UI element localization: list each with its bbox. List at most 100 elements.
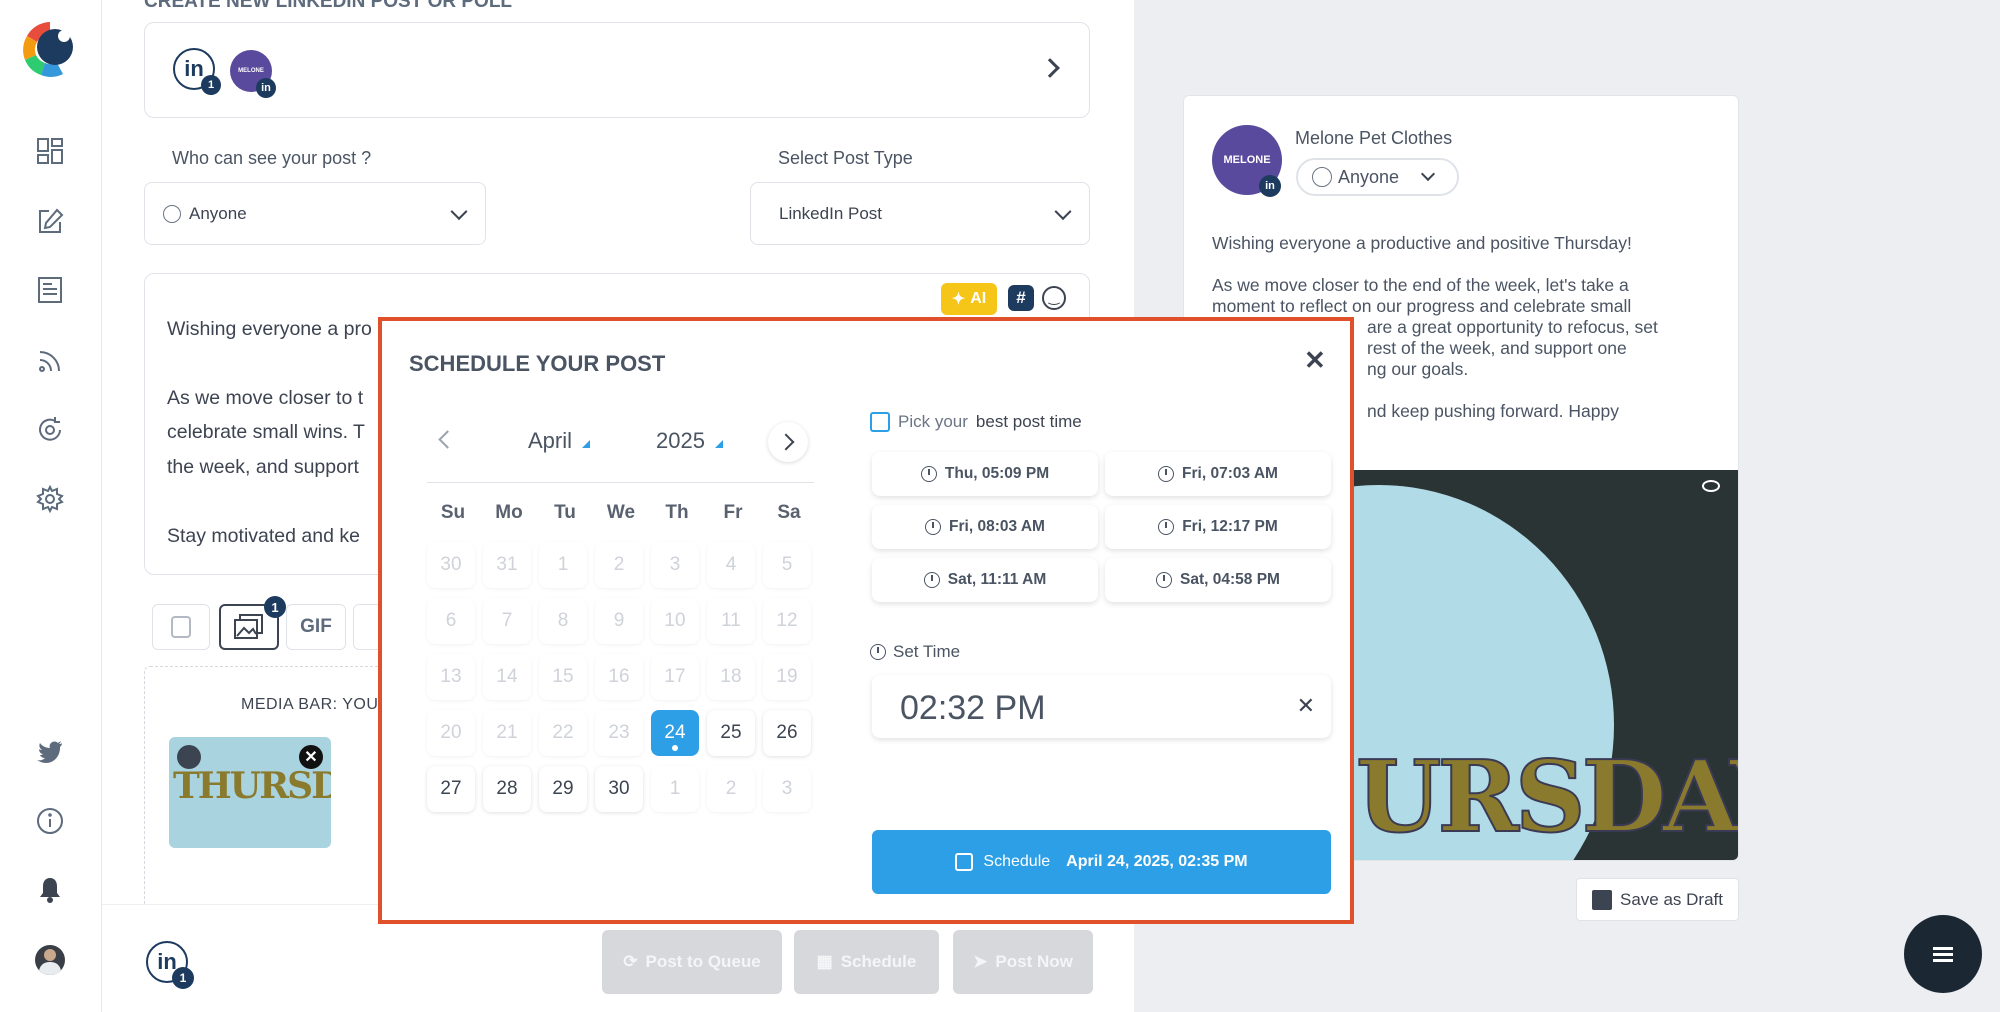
preview-visibility-pill[interactable]: Anyone: [1296, 158, 1459, 196]
calendar-icon: ▦: [816, 952, 833, 971]
year-caret-icon: [715, 440, 724, 448]
chevron-right-icon[interactable]: [1040, 58, 1060, 78]
best-time-chip[interactable]: Fri, 08:03 AM: [872, 505, 1098, 549]
weekday-label: Tu: [554, 502, 576, 523]
best-time-label: Sat, 04:58 PM: [1180, 571, 1280, 588]
best-time-chip[interactable]: Sat, 04:58 PM: [1105, 558, 1331, 602]
post-text-line: Wishing everyone a pro: [167, 318, 372, 340]
hashtag-icon[interactable]: #: [1008, 285, 1034, 311]
bell-icon[interactable]: [34, 874, 66, 906]
media-thumbnail[interactable]: THURSDAY ✕: [169, 737, 331, 848]
post-text-line: As we move closer to t: [167, 387, 364, 409]
time-input[interactable]: 02:32 PM ✕: [872, 675, 1331, 738]
gif-button[interactable]: GIF: [286, 604, 346, 650]
twitter-icon[interactable]: [34, 735, 66, 767]
weekday-label: Sa: [777, 502, 801, 523]
calendar-day-selected[interactable]: 24: [651, 710, 699, 756]
calendar-day[interactable]: 28: [483, 766, 531, 812]
calendar-day-disabled: 5: [763, 542, 811, 588]
schedule-modal: SCHEDULE YOUR POST ✕ April 2025 Su Mo Tu…: [378, 317, 1354, 924]
calendar-day[interactable]: 29: [539, 766, 587, 812]
dashboard-icon[interactable]: [34, 135, 66, 167]
weekday-label: Th: [665, 502, 689, 523]
clear-time-icon[interactable]: ✕: [1297, 693, 1315, 719]
calendar-day-disabled: 6: [427, 598, 475, 644]
save-draft-button[interactable]: Save as Draft: [1576, 878, 1739, 921]
calendar-day-disabled: 11: [707, 598, 755, 644]
post-to-queue-button[interactable]: ⟳ Post to Queue: [602, 930, 782, 994]
calendar-day-disabled: 12: [763, 598, 811, 644]
clock-icon: [1156, 572, 1173, 588]
schedule-button[interactable]: ▦ Schedule: [794, 930, 939, 994]
remove-image-icon[interactable]: ✕: [299, 745, 323, 769]
close-icon[interactable]: ✕: [1304, 345, 1326, 376]
linkedin-badge-icon: in: [1259, 175, 1281, 197]
ai-button[interactable]: ✦ AI: [941, 283, 997, 315]
best-time-chip[interactable]: Fri, 12:17 PM: [1105, 505, 1331, 549]
best-time-label: Fri, 08:03 AM: [949, 518, 1045, 535]
clock-icon: [870, 644, 886, 660]
attachment-button[interactable]: [152, 604, 210, 650]
calendar-day[interactable]: 25: [707, 710, 755, 756]
calendar-day-disabled: 20: [427, 710, 475, 756]
post-type-dropdown[interactable]: LinkedIn Post: [750, 182, 1090, 245]
set-time-label: Set Time: [893, 642, 961, 661]
chevron-down-icon: [1420, 166, 1436, 182]
set-time-header: Set Time: [870, 642, 960, 662]
calendar-day-disabled: 14: [483, 654, 531, 700]
page-heading: CREATE NEW LINKEDIN POST OR POLL: [144, 0, 513, 12]
account-selector[interactable]: in 1 MELONE in: [144, 22, 1090, 118]
account-count-badge: 1: [201, 75, 221, 95]
post-now-button[interactable]: ➤ Post Now: [953, 930, 1093, 994]
emoji-icon[interactable]: ‿: [1042, 286, 1066, 310]
ai-label: AI: [970, 290, 987, 307]
schedule-confirm-button[interactable]: Schedule April 24, 2025, 02:35 PM: [872, 830, 1331, 894]
user-avatar[interactable]: [35, 945, 65, 975]
weekday-label: Su: [440, 502, 466, 523]
schedule-label: Schedule: [840, 952, 917, 971]
modal-title: SCHEDULE YOUR POST: [409, 351, 666, 376]
calendar-day-disabled: 1: [651, 766, 699, 812]
calendar-day-disabled: 15: [539, 654, 587, 700]
calendar-day[interactable]: 30: [595, 766, 643, 812]
save-icon: [1592, 889, 1612, 910]
visibility-dropdown[interactable]: Anyone: [144, 182, 486, 245]
floating-menu-button[interactable]: [1904, 915, 1982, 993]
media-count-badge: 1: [264, 596, 286, 618]
calendar-day-disabled: 9: [595, 598, 643, 644]
post-text-line: Stay motivated and ke: [167, 525, 360, 547]
next-month-button[interactable]: [768, 422, 808, 462]
calendar-day-disabled: 19: [763, 654, 811, 700]
queue-refresh-icon[interactable]: [34, 414, 66, 446]
edit-image-icon[interactable]: [177, 745, 201, 769]
posts-icon[interactable]: [34, 274, 66, 306]
best-time-label: Fri, 12:17 PM: [1182, 518, 1278, 535]
account-logo-text: MELONE: [238, 68, 264, 74]
best-time-chip[interactable]: Thu, 05:09 PM: [872, 452, 1098, 496]
post-now-label: Post Now: [995, 952, 1073, 971]
chevron-down-icon: [1054, 202, 1072, 220]
calendar-day-disabled: 2: [595, 542, 643, 588]
clock-icon: [920, 466, 937, 482]
prev-month-icon[interactable]: [438, 430, 457, 449]
post-text-line: the week, and support: [167, 456, 359, 478]
rss-feed-icon[interactable]: [34, 345, 66, 377]
compose-icon[interactable]: [34, 205, 66, 237]
weekday-header: Su Mo Tu We Th Fr Sa: [427, 502, 814, 528]
time-value: 02:32 PM: [900, 689, 1046, 727]
calendar-day-disabled: 31: [483, 542, 531, 588]
month-select[interactable]: April: [528, 428, 591, 454]
month-value: April: [528, 428, 573, 453]
calendar-day[interactable]: 26: [763, 710, 811, 756]
eye-icon[interactable]: [1702, 480, 1720, 492]
year-select[interactable]: 2025: [656, 428, 724, 454]
calendar-day[interactable]: 27: [427, 766, 475, 812]
queue-icon: ⟳: [623, 952, 638, 971]
weekday-label: Mo: [495, 502, 523, 523]
calendar-day-disabled: 10: [651, 598, 699, 644]
app-logo[interactable]: [19, 18, 81, 80]
settings-gear-icon[interactable]: [34, 483, 66, 515]
info-icon[interactable]: [34, 805, 66, 837]
best-time-chip[interactable]: Fri, 07:03 AM: [1105, 452, 1331, 496]
best-time-chip[interactable]: Sat, 11:11 AM: [872, 558, 1098, 602]
